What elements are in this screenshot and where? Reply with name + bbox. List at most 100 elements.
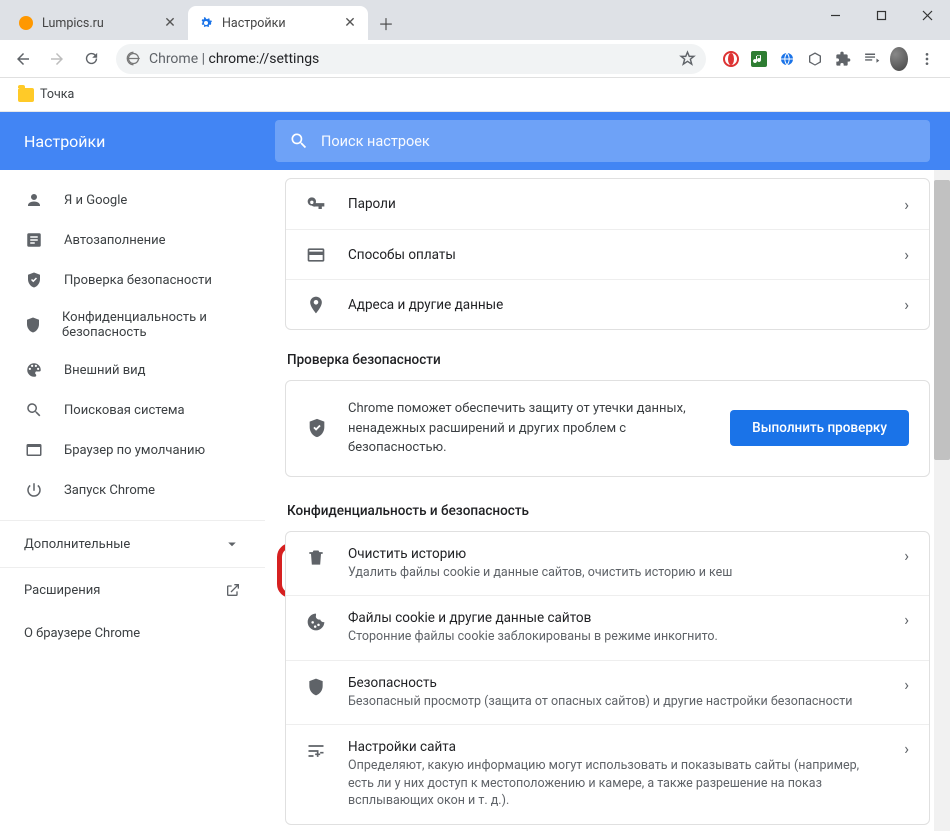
chevron-right-icon: ›	[904, 295, 909, 314]
nav-label: Проверка безопасности	[64, 273, 212, 288]
address-bar[interactable]: Chrome | chrome://settings	[116, 44, 706, 74]
key-icon	[306, 194, 326, 214]
row-label: Способы оплаты	[348, 247, 882, 263]
nav-privacy[interactable]: Конфиденциальность и безопасность	[0, 300, 265, 350]
reading-list-icon[interactable]	[862, 50, 880, 68]
nav-autofill[interactable]: Автозаполнение	[0, 220, 265, 260]
autofill-card: Пароли › Способы оплаты › Адреса и други…	[285, 178, 930, 330]
window-titlebar: Lumpics.ru ✕ Настройки ✕ ＋	[0, 0, 950, 40]
tab-lumpics[interactable]: Lumpics.ru ✕	[8, 6, 188, 40]
section-privacy-title: Конфиденциальность и безопасность	[287, 503, 928, 519]
row-sub: Удалить файлы cookie и данные сайтов, оч…	[348, 564, 882, 582]
nav-you-and-google[interactable]: Я и Google	[0, 180, 265, 220]
back-button[interactable]	[8, 44, 38, 74]
profile-avatar[interactable]	[890, 50, 908, 68]
chevron-right-icon: ›	[904, 739, 909, 758]
forward-button[interactable]	[42, 44, 72, 74]
nav-label: Я и Google	[64, 193, 127, 208]
ext-globe-icon[interactable]	[778, 50, 796, 68]
chevron-right-icon: ›	[904, 675, 909, 694]
cookie-icon	[306, 612, 326, 632]
settings-sidebar: Настройки Я и Google Автозаполнение Пров…	[0, 112, 265, 831]
shield-check-icon	[306, 417, 328, 439]
tab-close-icon[interactable]: ✕	[342, 15, 358, 31]
row-payment-methods[interactable]: Способы оплаты ›	[286, 229, 929, 279]
row-passwords[interactable]: Пароли ›	[286, 179, 929, 229]
bookmark-star-icon[interactable]	[679, 50, 696, 67]
safety-check-button[interactable]: Выполнить проверку	[730, 410, 909, 446]
nav-label: Браузер по умолчанию	[64, 443, 205, 458]
browser-toolbar: Chrome | chrome://settings	[0, 40, 950, 78]
shield-alert-icon	[306, 677, 326, 697]
shield-icon	[24, 315, 42, 335]
safety-check-card: Chrome поможет обеспечить защиту от утеч…	[285, 380, 930, 477]
row-sub: Безопасный просмотр (защита от опасных с…	[348, 693, 882, 711]
ext-opera-icon[interactable]	[722, 50, 740, 68]
settings-search-input[interactable]	[321, 133, 916, 150]
chevron-right-icon: ›	[904, 610, 909, 629]
nav-safety-check[interactable]: Проверка безопасности	[0, 260, 265, 300]
nav-label: Запуск Chrome	[64, 483, 155, 498]
scrollbar-track[interactable]	[934, 170, 950, 831]
url-text: Chrome | chrome://settings	[149, 51, 319, 67]
reload-button[interactable]	[76, 44, 106, 74]
nav-search-engine[interactable]: Поисковая система	[0, 390, 265, 430]
power-icon	[24, 480, 44, 500]
chevron-right-icon: ›	[904, 195, 909, 214]
row-sub: Определяют, какую информацию могут испол…	[348, 757, 882, 810]
tab-title: Lumpics.ru	[42, 16, 154, 31]
scrollbar-thumb[interactable]	[934, 180, 950, 460]
extensions-label: Расширения	[24, 583, 100, 598]
row-label: Файлы cookie и другие данные сайтов	[348, 610, 882, 626]
tab-close-icon[interactable]: ✕	[162, 15, 178, 31]
bookmark-label: Точка	[40, 87, 74, 102]
nav-appearance[interactable]: Внешний вид	[0, 350, 265, 390]
nav-label: Поисковая система	[64, 403, 185, 418]
menu-button[interactable]	[918, 50, 936, 68]
nav-default-browser[interactable]: Браузер по умолчанию	[0, 430, 265, 470]
row-cookies[interactable]: Файлы cookie и другие данные сайтов Стор…	[286, 595, 929, 660]
tune-icon	[306, 741, 326, 761]
site-info-icon[interactable]	[126, 51, 141, 66]
extension-icons	[722, 50, 936, 68]
minimize-button[interactable]	[812, 0, 858, 30]
nav-label: Внешний вид	[64, 363, 146, 378]
privacy-card: Очистить историю Удалить файлы cookie и …	[285, 531, 930, 825]
browser-icon	[24, 440, 44, 460]
tab-settings[interactable]: Настройки ✕	[188, 6, 368, 40]
nav-label: Автозаполнение	[64, 233, 166, 248]
row-clear-history[interactable]: Очистить историю Удалить файлы cookie и …	[286, 532, 929, 596]
favicon-gear-icon	[198, 15, 214, 31]
row-label: Пароли	[348, 196, 882, 212]
about-label: О браузере Chrome	[24, 626, 140, 641]
folder-icon	[18, 88, 34, 102]
window-controls	[812, 0, 950, 30]
extensions-puzzle-icon[interactable]	[834, 50, 852, 68]
chevron-right-icon: ›	[904, 546, 909, 565]
bookmarks-bar: Точка	[0, 78, 950, 112]
nav-advanced-toggle[interactable]: Дополнительные	[0, 521, 265, 568]
row-security[interactable]: Безопасность Безопасный просмотр (защита…	[286, 660, 929, 725]
ext-music-icon[interactable]	[750, 50, 768, 68]
nav-about-chrome[interactable]: О браузере Chrome	[0, 612, 265, 655]
search-icon	[289, 131, 309, 151]
maximize-button[interactable]	[858, 0, 904, 30]
row-site-settings[interactable]: Настройки сайта Определяют, какую информ…	[286, 724, 929, 824]
tab-title: Настройки	[222, 16, 334, 31]
close-window-button[interactable]	[904, 0, 950, 30]
location-icon	[306, 295, 326, 315]
open-external-icon	[225, 582, 241, 598]
row-label: Адреса и другие данные	[348, 297, 882, 313]
settings-title: Настройки	[0, 112, 265, 170]
ext-cube-icon[interactable]	[806, 50, 824, 68]
new-tab-button[interactable]: ＋	[372, 9, 400, 37]
shield-check-icon	[24, 270, 44, 290]
palette-icon	[24, 360, 44, 380]
bookmark-folder[interactable]: Точка	[12, 83, 80, 106]
row-addresses[interactable]: Адреса и другие данные ›	[286, 279, 929, 329]
nav-extensions-link[interactable]: Расширения	[0, 568, 265, 612]
row-label: Настройки сайта	[348, 739, 882, 755]
settings-main: Пароли › Способы оплаты › Адреса и други…	[265, 112, 950, 831]
nav-on-startup[interactable]: Запуск Chrome	[0, 470, 265, 510]
settings-search[interactable]	[275, 120, 930, 162]
